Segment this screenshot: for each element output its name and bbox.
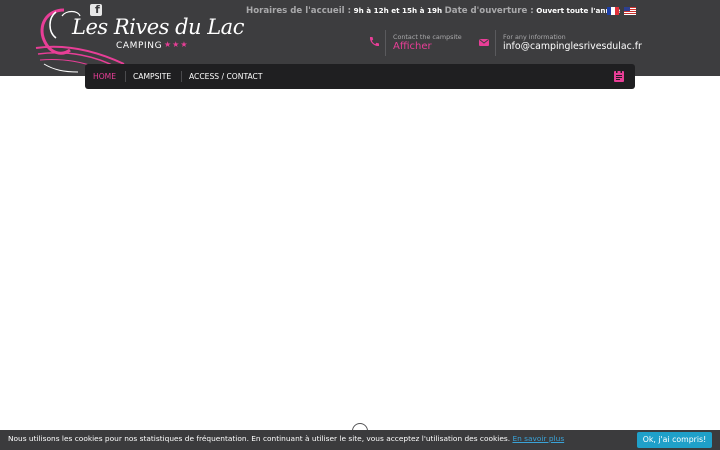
nav-item-access-contact[interactable]: ACCESS / CONTACT <box>189 64 263 89</box>
contact-email-label: For any information <box>503 33 566 41</box>
nav-divider <box>125 71 126 82</box>
cookie-message-text: Nous utilisons les cookies pour nos stat… <box>8 434 511 443</box>
reception-hours-value: 9h à 12h et 15h à 19h <box>353 6 443 15</box>
cookie-message: Nous utilisons les cookies pour nos stat… <box>8 433 564 445</box>
nav-item-home[interactable]: HOME <box>93 64 116 89</box>
main-navigation: HOME CAMPSITE ACCESS / CONTACT <box>85 64 635 89</box>
cookie-accept-button[interactable]: Ok, j'ai compris! <box>637 432 712 448</box>
booking-icon[interactable] <box>612 69 626 83</box>
logo-subtitle: CAMPING <box>116 41 163 51</box>
contact-email-value[interactable]: info@campinglesrivesdulac.fr <box>503 41 642 52</box>
contact-divider <box>385 30 386 56</box>
contact-email[interactable]: For any information info@campinglesrives… <box>478 30 642 56</box>
main-content-area <box>0 89 720 430</box>
opening-date-label: Date d'ouverture : <box>444 6 534 16</box>
logo-stars: ★★★ <box>164 40 189 49</box>
flag-english-icon[interactable] <box>624 7 636 15</box>
nav-item-campsite[interactable]: CAMPSITE <box>133 64 171 89</box>
logo-title: Les Rives du Lac <box>72 15 244 39</box>
cookie-learn-more-link[interactable]: En savoir plus <box>512 434 564 443</box>
phone-icon <box>369 37 379 47</box>
mail-icon <box>479 39 489 46</box>
contact-phone[interactable]: Contact the campsite Afficher <box>368 30 468 56</box>
site-header: f Horaires de l'accueil : 9h à 12h et 15… <box>0 0 720 89</box>
contact-phone-value[interactable]: Afficher <box>393 41 432 52</box>
opening-info: Horaires de l'accueil : 9h à 12h et 15h … <box>246 5 620 17</box>
flag-french-icon[interactable] <box>607 7 619 15</box>
reception-hours-label: Horaires de l'accueil : <box>246 6 352 16</box>
nav-divider <box>181 71 182 82</box>
contact-divider <box>495 30 496 56</box>
contact-phone-label: Contact the campsite <box>393 33 462 41</box>
cookie-banner: Nous utilisons les cookies pour nos stat… <box>0 430 720 450</box>
page: f Horaires de l'accueil : 9h à 12h et 15… <box>0 0 720 450</box>
